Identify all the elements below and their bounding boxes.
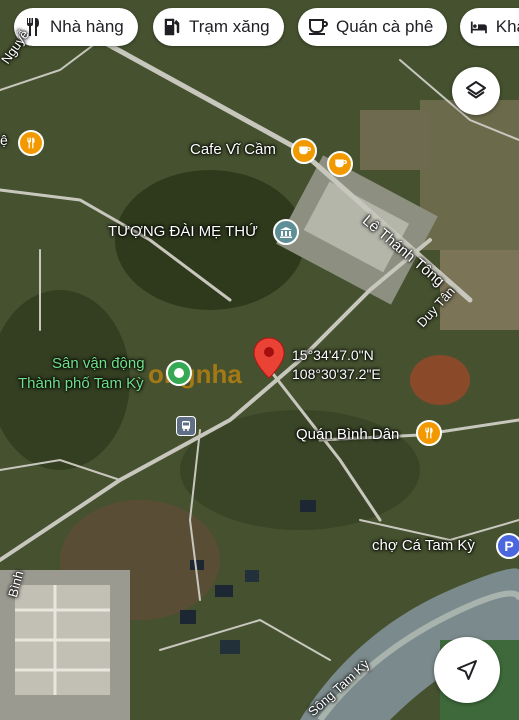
coffee-marker-2[interactable] [327, 151, 353, 177]
park-dot-icon [174, 368, 184, 378]
stadium-label-line2[interactable]: Thành phố Tam Kỳ [18, 375, 144, 392]
stadium-marker[interactable] [166, 360, 192, 386]
road-label-edge: ệ [0, 132, 8, 148]
bus-stop-marker[interactable] [176, 416, 196, 436]
fork-knife-icon [425, 427, 433, 439]
stadium-label-line1[interactable]: Sân vận động [52, 355, 145, 372]
bus-icon [182, 421, 190, 431]
layers-button[interactable] [452, 67, 500, 115]
cafe-vi-cam-marker[interactable] [291, 138, 317, 164]
market-label[interactable]: chợ Cá Tam Kỳ [372, 537, 475, 554]
chip-hotels[interactable]: Khá [460, 8, 519, 46]
cafe-vi-cam-label[interactable]: Cafe Vĩ Cầm [190, 141, 276, 158]
pin-latitude: 15°34'47.0"N [292, 347, 374, 363]
navigate-button[interactable] [434, 637, 500, 703]
coffee-cup-icon [309, 19, 328, 35]
fork-knife-icon [27, 137, 35, 149]
restaurant-marker-left[interactable] [18, 130, 44, 156]
landmark-icon [280, 227, 292, 238]
parking-marker[interactable]: P [496, 533, 519, 559]
monument-marker[interactable] [273, 219, 299, 245]
watermark-text: ongnha [148, 359, 242, 389]
restaurant-label[interactable]: Quán Bình Dân [296, 426, 399, 443]
restaurant-marker[interactable] [416, 420, 442, 446]
chip-restaurants[interactable]: Nhà hàng [14, 8, 138, 46]
chip-coffee-shops[interactable]: Quán cà phê [298, 8, 448, 46]
chip-gas-stations-label: Trạm xăng [189, 17, 270, 36]
bed-icon [470, 21, 487, 34]
chip-hotels-label: Khá [495, 17, 519, 36]
dropped-pin-icon[interactable] [253, 337, 285, 379]
monument-label[interactable]: TƯỢNG ĐÀI MẸ THỨ [108, 223, 258, 240]
coffee-cup-icon [334, 159, 347, 168]
navigation-arrow-icon [457, 660, 477, 680]
chip-coffee-shops-label: Quán cà phê [336, 17, 434, 36]
pin-longitude: 108°30'37.2"E [292, 366, 381, 382]
coffee-cup-icon [298, 146, 311, 155]
layers-icon [466, 81, 486, 99]
chip-restaurants-label: Nhà hàng [50, 17, 124, 36]
chip-gas-stations[interactable]: Trạm xăng [153, 8, 284, 46]
parking-icon: P [504, 538, 514, 554]
gas-pump-icon [164, 18, 180, 36]
